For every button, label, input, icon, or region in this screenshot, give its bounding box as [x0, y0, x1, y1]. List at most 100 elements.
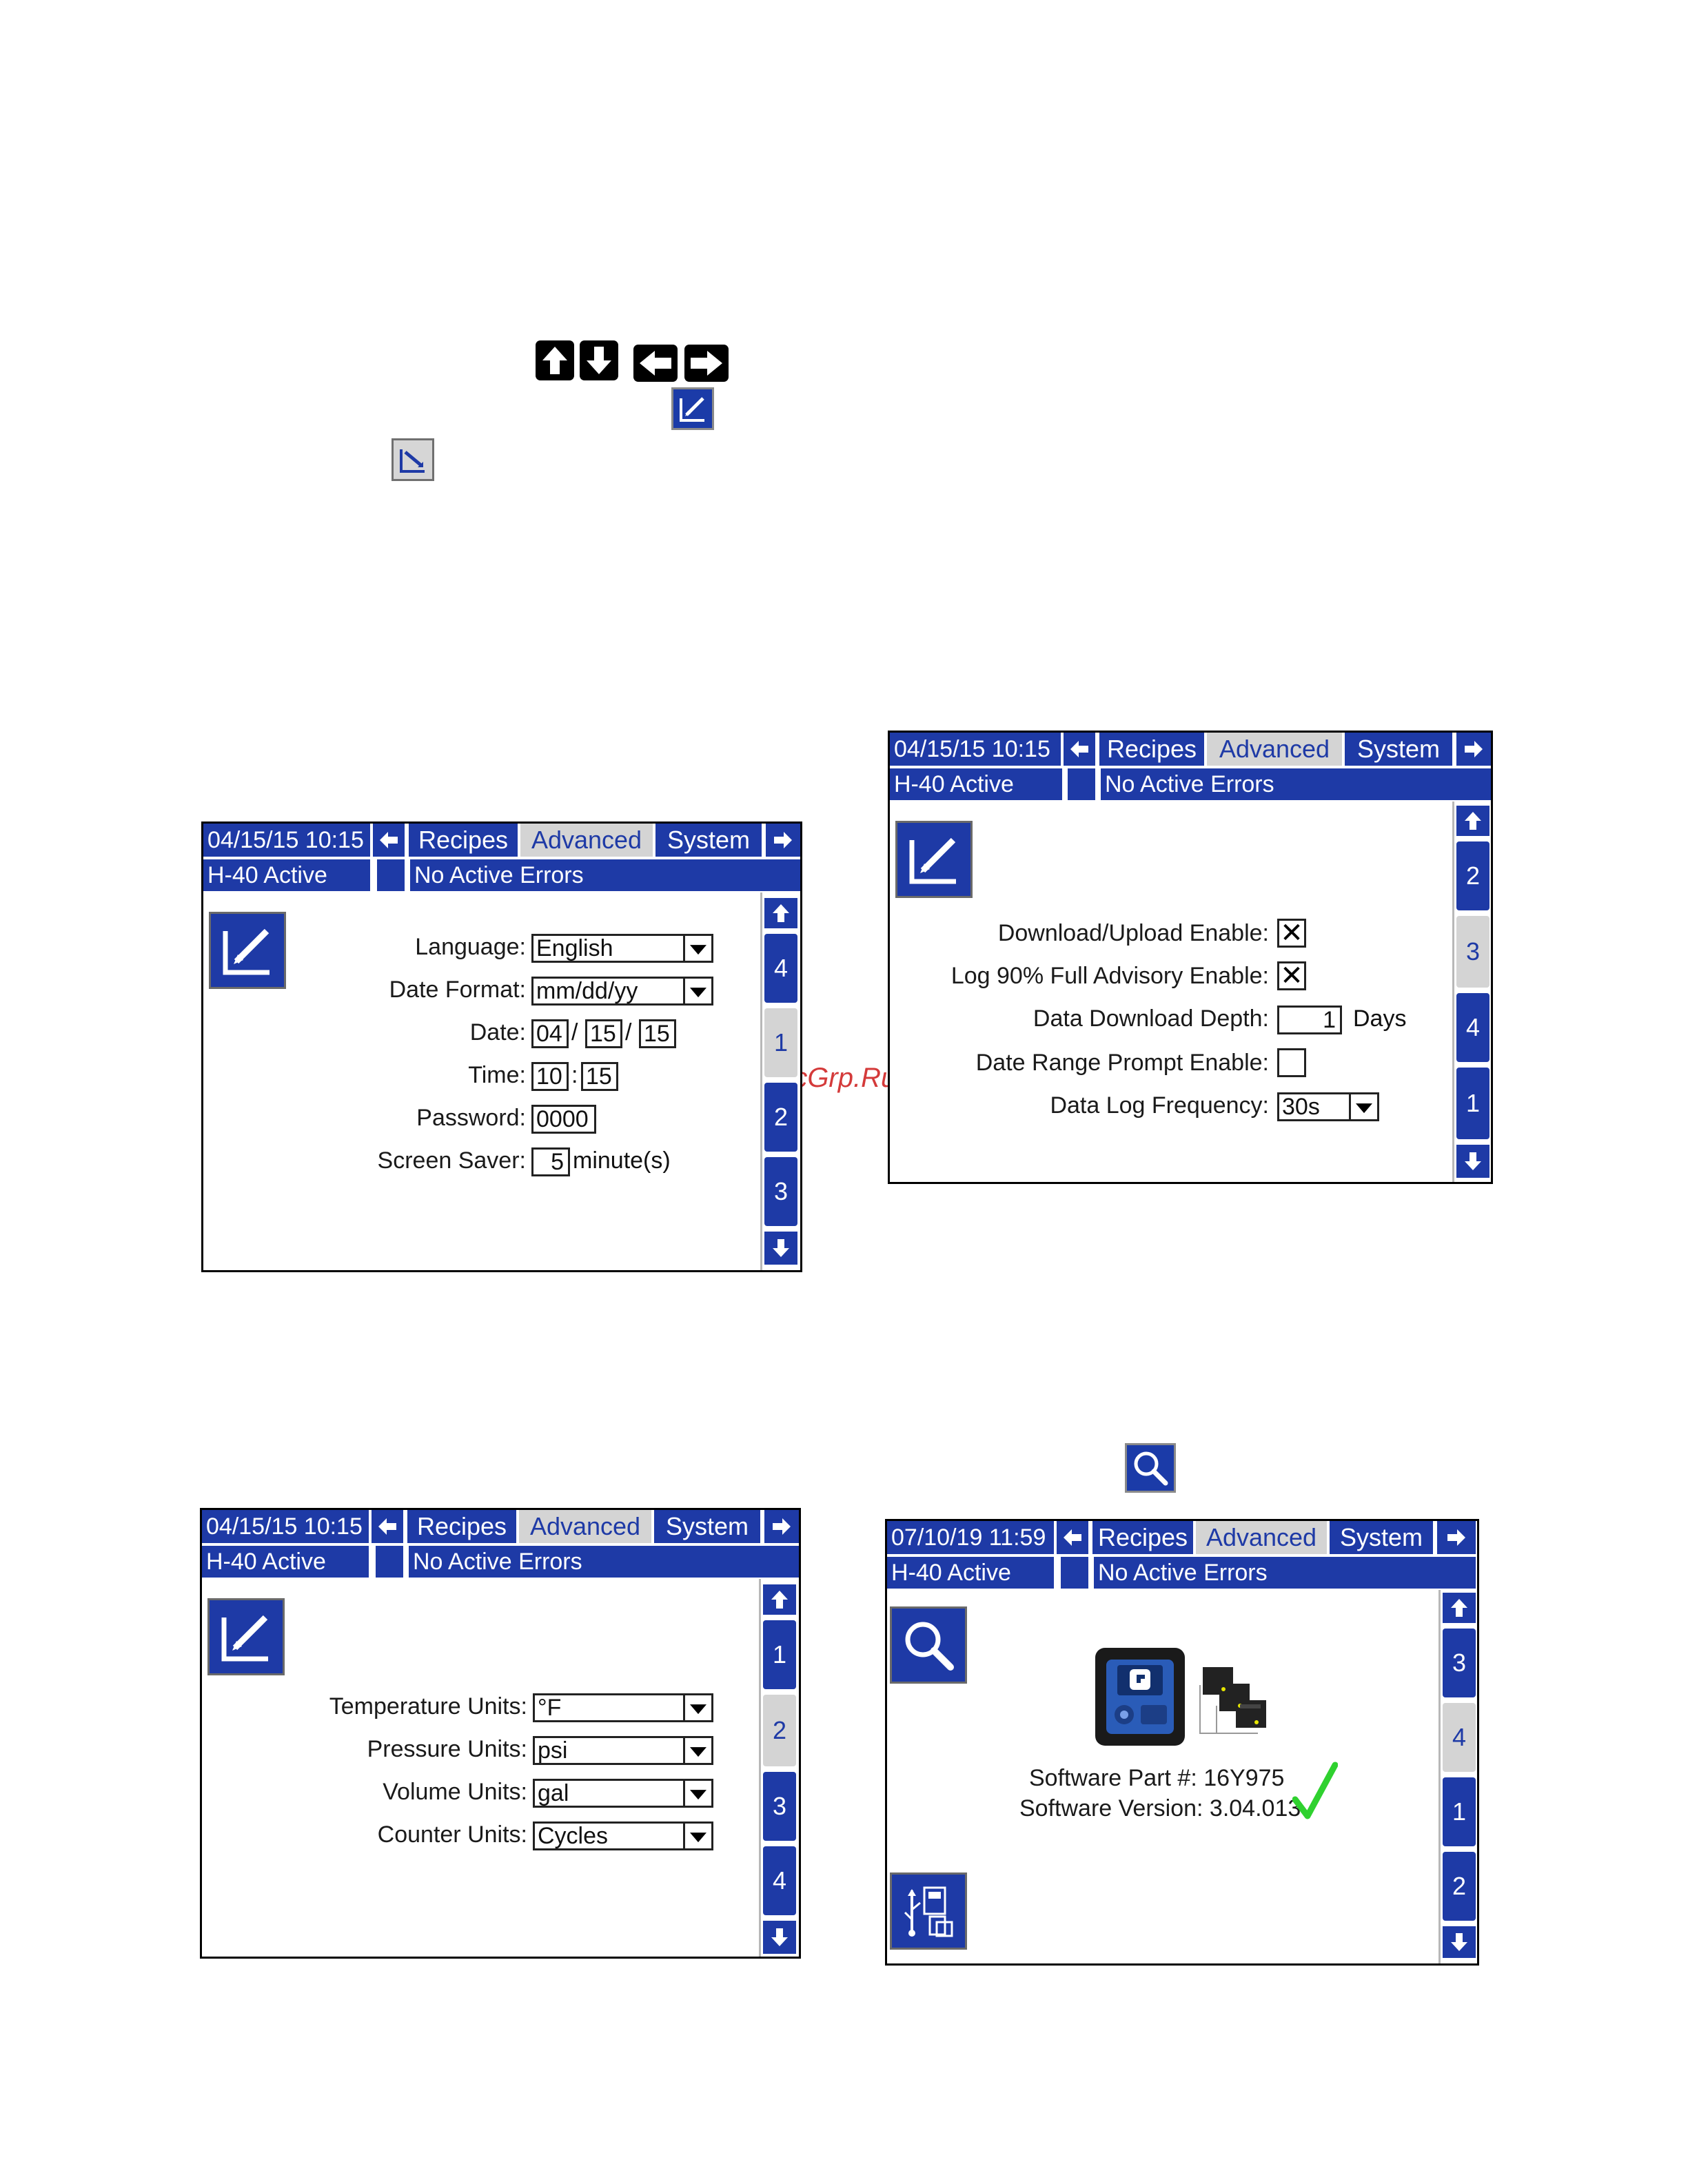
tab-system[interactable]: System	[655, 824, 762, 857]
pressure-units-label: Pressure Units:	[367, 1736, 527, 1762]
time-minute-field[interactable]: 15	[581, 1062, 618, 1091]
date-range-label: Date Range Prompt Enable:	[975, 1050, 1269, 1076]
status-spacer	[376, 1546, 403, 1578]
tab-recipes[interactable]: Recipes	[1099, 733, 1204, 766]
arrow-down-icon	[580, 340, 618, 380]
screen-saver-unit: minute(s)	[573, 1147, 671, 1174]
page-down-button[interactable]	[1443, 1926, 1476, 1958]
language-label: Language:	[415, 934, 526, 960]
errors-text: No Active Errors	[1101, 768, 1491, 800]
screen-saver-field[interactable]: 5	[531, 1147, 570, 1176]
advanced-screen-3: 04/15/15 10:15 Recipes Advanced System H…	[888, 731, 1493, 1184]
tab-prev-button[interactable]	[373, 824, 405, 857]
tab-next-button[interactable]	[1456, 733, 1491, 766]
search-mode-icon[interactable]	[890, 1606, 967, 1684]
tab-system[interactable]: System	[1345, 733, 1452, 766]
date-year-field[interactable]: 15	[639, 1019, 676, 1048]
page-down-button[interactable]	[764, 1232, 797, 1265]
page-tab[interactable]: 3	[764, 1157, 797, 1226]
advisory-checkbox[interactable]: ✕	[1277, 961, 1306, 990]
tab-prev-button[interactable]	[372, 1510, 403, 1543]
tab-advanced[interactable]: Advanced	[519, 1510, 651, 1543]
page-up-button[interactable]	[764, 898, 797, 928]
arrow-left-icon	[633, 345, 678, 382]
date-day-field[interactable]: 15	[585, 1019, 622, 1048]
page-tab-active[interactable]: 3	[1456, 916, 1489, 988]
tab-recipes[interactable]: Recipes	[1092, 1521, 1193, 1554]
page-tab[interactable]: 3	[763, 1772, 796, 1841]
advisory-label: Log 90% Full Advisory Enable:	[950, 963, 1269, 989]
tab-next-button[interactable]	[766, 824, 800, 857]
chevron-down-icon[interactable]	[683, 936, 711, 961]
tab-next-button[interactable]	[764, 1510, 799, 1543]
chevron-down-icon[interactable]	[683, 979, 711, 1003]
edit-mode-icon[interactable]	[207, 1598, 285, 1675]
page-tab[interactable]: 1	[1443, 1777, 1476, 1846]
download-depth-field[interactable]: 1	[1277, 1006, 1342, 1034]
page-tab[interactable]: 4	[764, 934, 797, 1003]
screen-saver-label: Screen Saver:	[377, 1147, 526, 1174]
tab-system[interactable]: System	[654, 1510, 760, 1543]
date-separator: /	[571, 1019, 578, 1045]
page-up-button[interactable]	[763, 1584, 796, 1615]
time-separator: :	[571, 1062, 578, 1088]
status-spacer	[1068, 768, 1095, 800]
page-up-button[interactable]	[1443, 1593, 1476, 1623]
edit-mode-icon[interactable]	[895, 821, 973, 898]
advanced-screen-1: 04/15/15 10:15 Recipes Advanced System H…	[201, 821, 802, 1272]
date-separator: /	[625, 1019, 632, 1045]
network-modules-icon	[1196, 1664, 1272, 1742]
status-spacer	[377, 859, 405, 891]
status-text: H-40 Active	[887, 1557, 1054, 1589]
page-tab[interactable]: 2	[1443, 1852, 1476, 1921]
advanced-screen-4: 07/10/19 11:59 Recipes Advanced System H…	[885, 1519, 1479, 1966]
time-hour-field[interactable]: 10	[531, 1062, 569, 1091]
page-tab-active[interactable]: 2	[763, 1695, 796, 1766]
date-label: Date:	[469, 1019, 526, 1045]
volume-units-label: Volume Units:	[383, 1779, 527, 1805]
page-tab[interactable]: 4	[763, 1846, 796, 1915]
date-range-checkbox[interactable]	[1277, 1048, 1306, 1077]
usb-transfer-icon[interactable]	[890, 1872, 967, 1950]
page-tab[interactable]: 4	[1456, 993, 1489, 1062]
tab-system[interactable]: System	[1330, 1521, 1433, 1554]
tab-advanced[interactable]: Advanced	[1196, 1521, 1327, 1554]
software-part-text: Software Part #: 16Y975	[1029, 1765, 1285, 1791]
tab-advanced[interactable]: Advanced	[1207, 733, 1342, 766]
time-label: Time:	[468, 1062, 526, 1088]
page-down-button[interactable]	[1456, 1145, 1489, 1178]
datetime-display: 07/10/19 11:59	[887, 1521, 1054, 1554]
tab-recipes[interactable]: Recipes	[409, 824, 518, 857]
counter-units-label: Counter Units:	[377, 1821, 527, 1848]
page-tab[interactable]: 3	[1443, 1629, 1476, 1697]
status-text: H-40 Active	[203, 859, 370, 891]
date-month-field[interactable]: 04	[531, 1019, 569, 1048]
download-upload-label: Download/Upload Enable:	[997, 920, 1269, 946]
download-upload-checkbox[interactable]: ✕	[1277, 919, 1306, 948]
date-format-label: Date Format:	[389, 977, 526, 1003]
chevron-down-icon[interactable]	[683, 1738, 711, 1763]
errors-text: No Active Errors	[410, 859, 800, 891]
chevron-down-icon[interactable]	[683, 1781, 711, 1806]
chevron-down-icon[interactable]	[683, 1824, 711, 1848]
page-tab-active[interactable]: 4	[1443, 1703, 1476, 1772]
page-up-button[interactable]	[1456, 806, 1489, 836]
tab-prev-button[interactable]	[1057, 1521, 1088, 1554]
page-tab-active[interactable]: 1	[764, 1008, 797, 1077]
page-down-button[interactable]	[763, 1921, 796, 1954]
tab-recipes[interactable]: Recipes	[407, 1510, 516, 1543]
tab-advanced[interactable]: Advanced	[520, 824, 653, 857]
page-tab[interactable]: 1	[763, 1620, 796, 1689]
chevron-down-icon[interactable]	[1349, 1094, 1377, 1119]
edit-mode-icon[interactable]	[209, 912, 286, 989]
page-tab[interactable]: 1	[1456, 1068, 1489, 1139]
chevron-down-icon[interactable]	[683, 1695, 711, 1720]
password-field[interactable]: 0000	[531, 1105, 596, 1134]
tab-prev-button[interactable]	[1064, 733, 1095, 766]
page-tab[interactable]: 2	[764, 1083, 797, 1152]
page-tab[interactable]: 2	[1456, 841, 1489, 910]
tab-next-button[interactable]	[1437, 1521, 1476, 1554]
display-module-icon	[1095, 1648, 1185, 1746]
errors-text: No Active Errors	[1094, 1557, 1476, 1589]
log-frequency-label: Data Log Frequency:	[1050, 1092, 1269, 1119]
